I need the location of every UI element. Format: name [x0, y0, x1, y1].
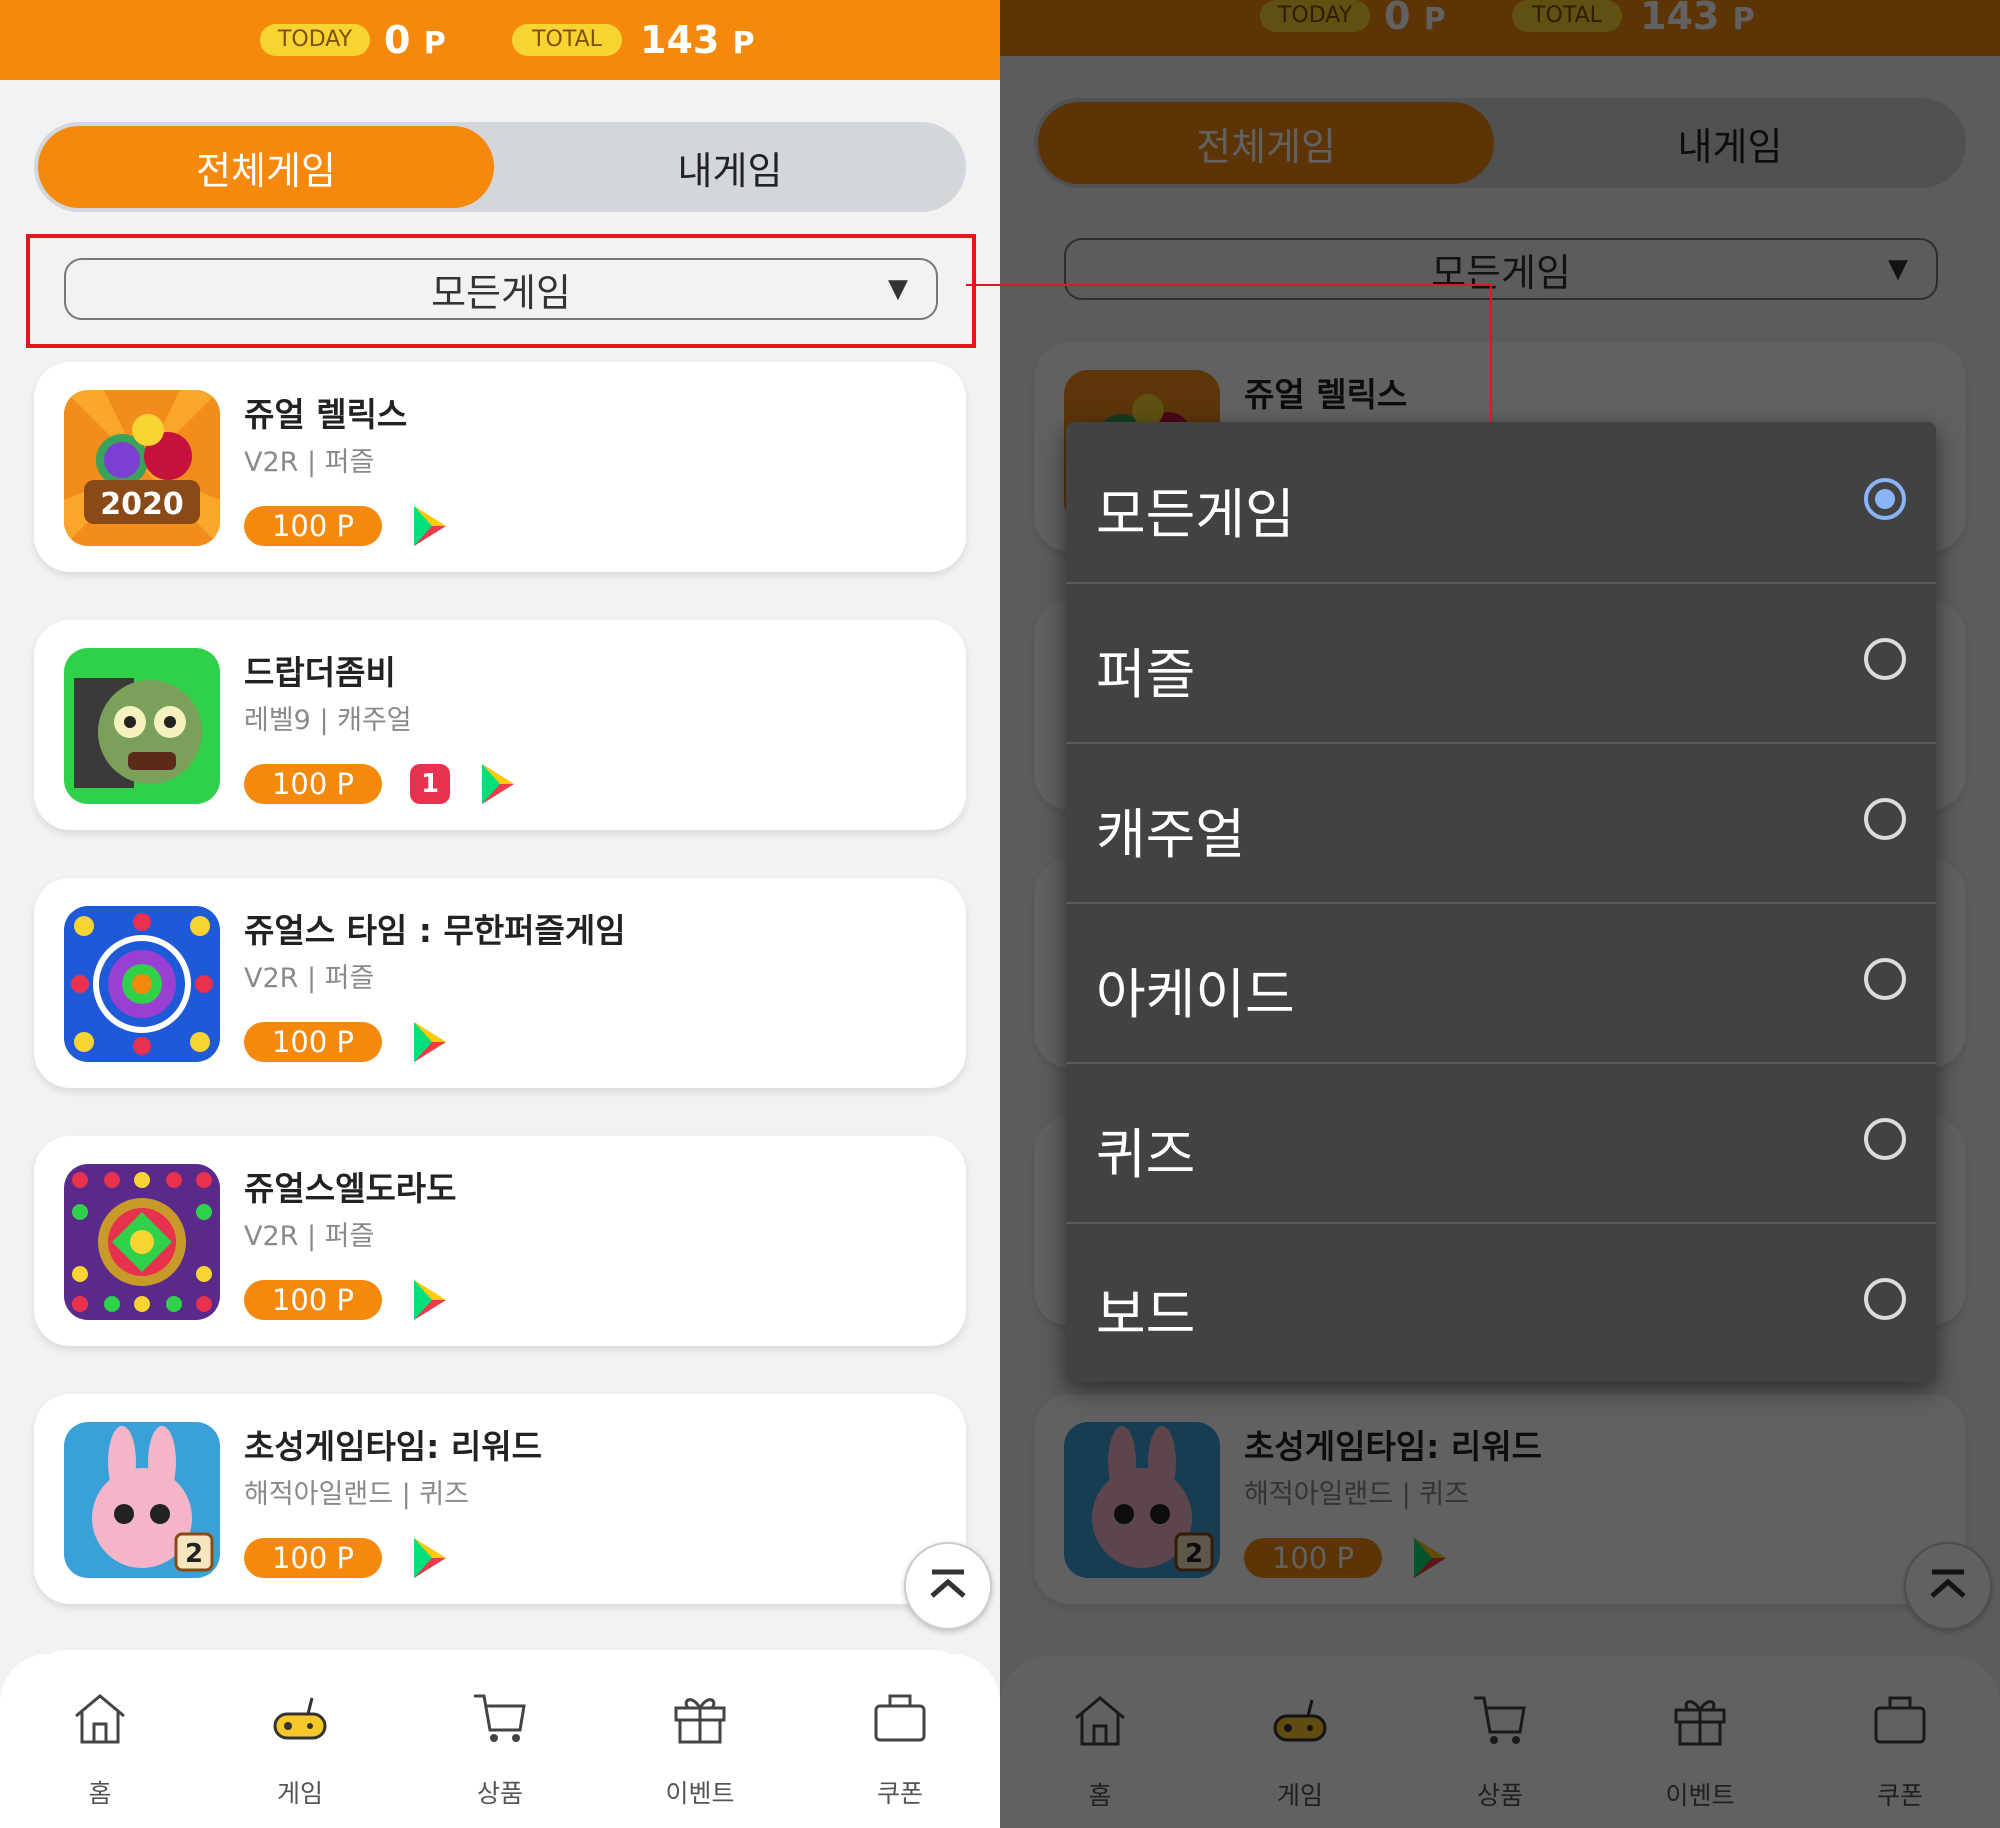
- jewels-eldorado-icon: [64, 1164, 220, 1320]
- reward-points: 100 P: [244, 506, 382, 546]
- game-title: 쥬얼 렐릭스: [244, 395, 408, 434]
- game-meta: 레벨9 | 캐주얼: [244, 705, 412, 736]
- game-title: 드랍더좀비: [244, 653, 396, 692]
- radio-selected-icon[interactable]: [1864, 478, 1906, 520]
- nav-item-coupon[interactable]: 쿠폰: [800, 1654, 1000, 1828]
- game-card[interactable]: 2 초성게임타임: 리워드 해적아일랜드 | 퀴즈 100 P: [34, 1394, 966, 1604]
- nav-label: 이벤트: [665, 1779, 735, 1808]
- reward-points: 100 P: [244, 764, 382, 804]
- category-dropdown-dialog: 모든게임 퍼즐 캐주얼 아케이드 퀴즈 보드: [1066, 422, 1936, 1382]
- dropdown-option[interactable]: 퍼즐: [1066, 582, 1936, 744]
- jewels-time-icon: [64, 906, 220, 1062]
- option-label: 퀴즈: [1096, 1123, 1196, 1186]
- svg-text:2: 2: [185, 1539, 203, 1569]
- cart-icon: [474, 1694, 526, 1742]
- game-meta: 해적아일랜드 | 퀴즈: [244, 1479, 469, 1510]
- home-icon: [75, 1694, 125, 1744]
- nav-label: 상품: [476, 1779, 523, 1808]
- option-label: 보드: [1096, 1283, 1196, 1346]
- option-label: 캐주얼: [1096, 803, 1246, 866]
- category-select-value: 모든게임: [431, 270, 571, 315]
- game-title: 초성게임타임: 리워드: [244, 1427, 542, 1466]
- game-title: 쥬얼스엘도라도: [244, 1169, 457, 1208]
- notification-badge: 1: [410, 764, 450, 804]
- bottom-nav: 홈 게임 상품 이벤트 쿠폰: [0, 1654, 1000, 1828]
- google-play-icon[interactable]: [478, 762, 518, 806]
- game-card[interactable]: 드랍더좀비 레벨9 | 캐주얼 100 P 1: [34, 620, 966, 830]
- total-points: 143 P: [640, 18, 755, 62]
- left-screen: TODAY 0 P TOTAL 143 P 전체게임 내게임 모든게임 ▼ 20…: [0, 0, 1000, 1828]
- radio-icon[interactable]: [1864, 798, 1906, 840]
- briefcase-icon: [874, 1694, 926, 1742]
- game-title: 쥬얼스 타임 : 무한퍼즐게임: [244, 911, 626, 950]
- nav-item-home[interactable]: 홈: [0, 1654, 200, 1828]
- chevron-up-icon: [930, 1569, 966, 1598]
- scroll-top-button[interactable]: [904, 1542, 992, 1630]
- category-select[interactable]: 모든게임 ▼: [64, 258, 938, 320]
- annotation-connector-line: [966, 284, 1492, 286]
- game-tabs: 전체게임 내게임: [34, 122, 966, 212]
- game-card[interactable]: 쥬얼스 타임 : 무한퍼즐게임 V2R | 퍼즐 100 P: [34, 878, 966, 1088]
- dropdown-option[interactable]: 보드: [1066, 1222, 1936, 1382]
- dropdown-option[interactable]: 모든게임: [1066, 422, 1936, 584]
- chosung-game-icon: 2: [64, 1422, 220, 1578]
- nav-label: 홈: [88, 1779, 112, 1808]
- nav-label: 게임: [276, 1779, 323, 1808]
- annotation-connector-line: [1490, 284, 1492, 422]
- dropdown-option[interactable]: 아케이드: [1066, 902, 1936, 1064]
- today-points: 0 P: [384, 18, 446, 62]
- option-label: 퍼즐: [1096, 643, 1196, 706]
- google-play-icon[interactable]: [410, 1536, 450, 1580]
- right-screen: TODAY 0 P TOTAL 143 P 전체게임 내게임 모든게임 ▼ 쥬얼…: [1000, 0, 2000, 1828]
- tab-my-games[interactable]: 내게임: [500, 126, 960, 208]
- radio-icon[interactable]: [1864, 1278, 1906, 1320]
- nav-item-game[interactable]: 게임: [200, 1654, 400, 1828]
- points-header: TODAY 0 P TOTAL 143 P: [0, 0, 1000, 80]
- game-meta: V2R | 퍼즐: [244, 963, 375, 994]
- option-label: 아케이드: [1096, 963, 1295, 1026]
- svg-text:2020: 2020: [100, 487, 184, 522]
- reward-points: 100 P: [244, 1280, 382, 1320]
- nav-item-shop[interactable]: 상품: [400, 1654, 600, 1828]
- nav-label: 쿠폰: [876, 1779, 923, 1808]
- google-play-icon[interactable]: [410, 504, 450, 548]
- today-label: TODAY: [260, 24, 370, 56]
- dropdown-option[interactable]: 퀴즈: [1066, 1062, 1936, 1224]
- total-label: TOTAL: [512, 24, 622, 56]
- drop-the-zombie-icon: [64, 648, 220, 804]
- option-label: 모든게임: [1096, 483, 1295, 546]
- game-meta: V2R | 퍼즐: [244, 447, 375, 478]
- google-play-icon[interactable]: [410, 1020, 450, 1064]
- game-meta: V2R | 퍼즐: [244, 1221, 375, 1252]
- radio-icon[interactable]: [1864, 638, 1906, 680]
- google-play-icon[interactable]: [410, 1278, 450, 1322]
- reward-points: 100 P: [244, 1022, 382, 1062]
- game-card[interactable]: 2020 쥬얼 렐릭스 V2R | 퍼즐 100 P: [34, 362, 966, 572]
- dropdown-arrow-icon: ▼: [888, 274, 908, 304]
- gamepad-icon: [273, 1697, 327, 1740]
- gift-icon: [674, 1698, 726, 1744]
- radio-icon[interactable]: [1864, 958, 1906, 1000]
- dropdown-option[interactable]: 캐주얼: [1066, 742, 1936, 904]
- nav-item-event[interactable]: 이벤트: [600, 1654, 800, 1828]
- reward-points: 100 P: [244, 1538, 382, 1578]
- jewel-relics-icon: 2020: [64, 390, 220, 546]
- game-card[interactable]: 쥬얼스엘도라도 V2R | 퍼즐 100 P: [34, 1136, 966, 1346]
- radio-icon[interactable]: [1864, 1118, 1906, 1160]
- tab-all-games[interactable]: 전체게임: [38, 126, 494, 208]
